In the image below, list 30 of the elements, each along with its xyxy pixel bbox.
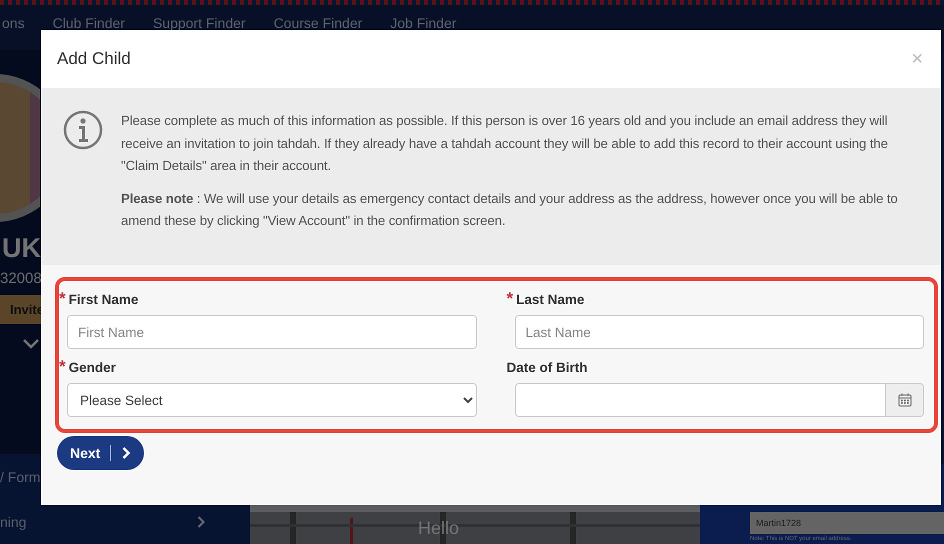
- nav-link[interactable]: ons: [2, 15, 25, 31]
- nav-link[interactable]: Job Finder: [390, 15, 456, 31]
- field-label: Last Name: [516, 292, 584, 306]
- select-field[interactable]: Please Select: [67, 383, 476, 417]
- user-name: UK: [2, 232, 41, 265]
- info-icon: [63, 110, 103, 150]
- required-mark: *: [506, 289, 514, 309]
- next-button[interactable]: Next: [57, 436, 144, 470]
- date-field[interactable]: [514, 383, 886, 417]
- dialog-title: Add Child: [57, 49, 131, 69]
- hero-text: Hello: [418, 518, 460, 539]
- username-field[interactable]: Martin1728: [750, 512, 944, 534]
- user-number: 32008: [0, 270, 43, 287]
- text-field[interactable]: First Name: [67, 315, 476, 349]
- calendar-button[interactable]: [886, 383, 924, 417]
- text-field[interactable]: Last Name: [514, 315, 924, 349]
- info-text: Please note : We will use your details as emergency contact details and your address as the address, however once you will be able to amend these by clicking "View Account" in the confirmation screen.: [121, 190, 899, 230]
- chevron-icon[interactable]: [22, 338, 40, 350]
- chevron-icon: [121, 446, 132, 460]
- nav-link[interactable]: Support Finder: [152, 15, 246, 31]
- calendar-icon: [898, 393, 912, 407]
- nav-link[interactable]: Club Finder: [52, 15, 125, 31]
- nav-link[interactable]: Course Finder: [274, 15, 362, 31]
- field-label: Date of Birth: [506, 360, 588, 374]
- required-mark: *: [59, 357, 66, 377]
- field-label: Gender: [68, 360, 116, 374]
- info-text: Please complete as much of this information as possible. If this person is over 16 years old and you include an email address they will receive an invitation to join tahdah. If they already have a tahdah account they will be able to add this record to their account using the "Claim Details" area in their account.: [121, 112, 889, 175]
- field-label: First Name: [68, 292, 138, 306]
- required-mark: *: [59, 289, 66, 309]
- close-button[interactable]: ×: [911, 48, 923, 70]
